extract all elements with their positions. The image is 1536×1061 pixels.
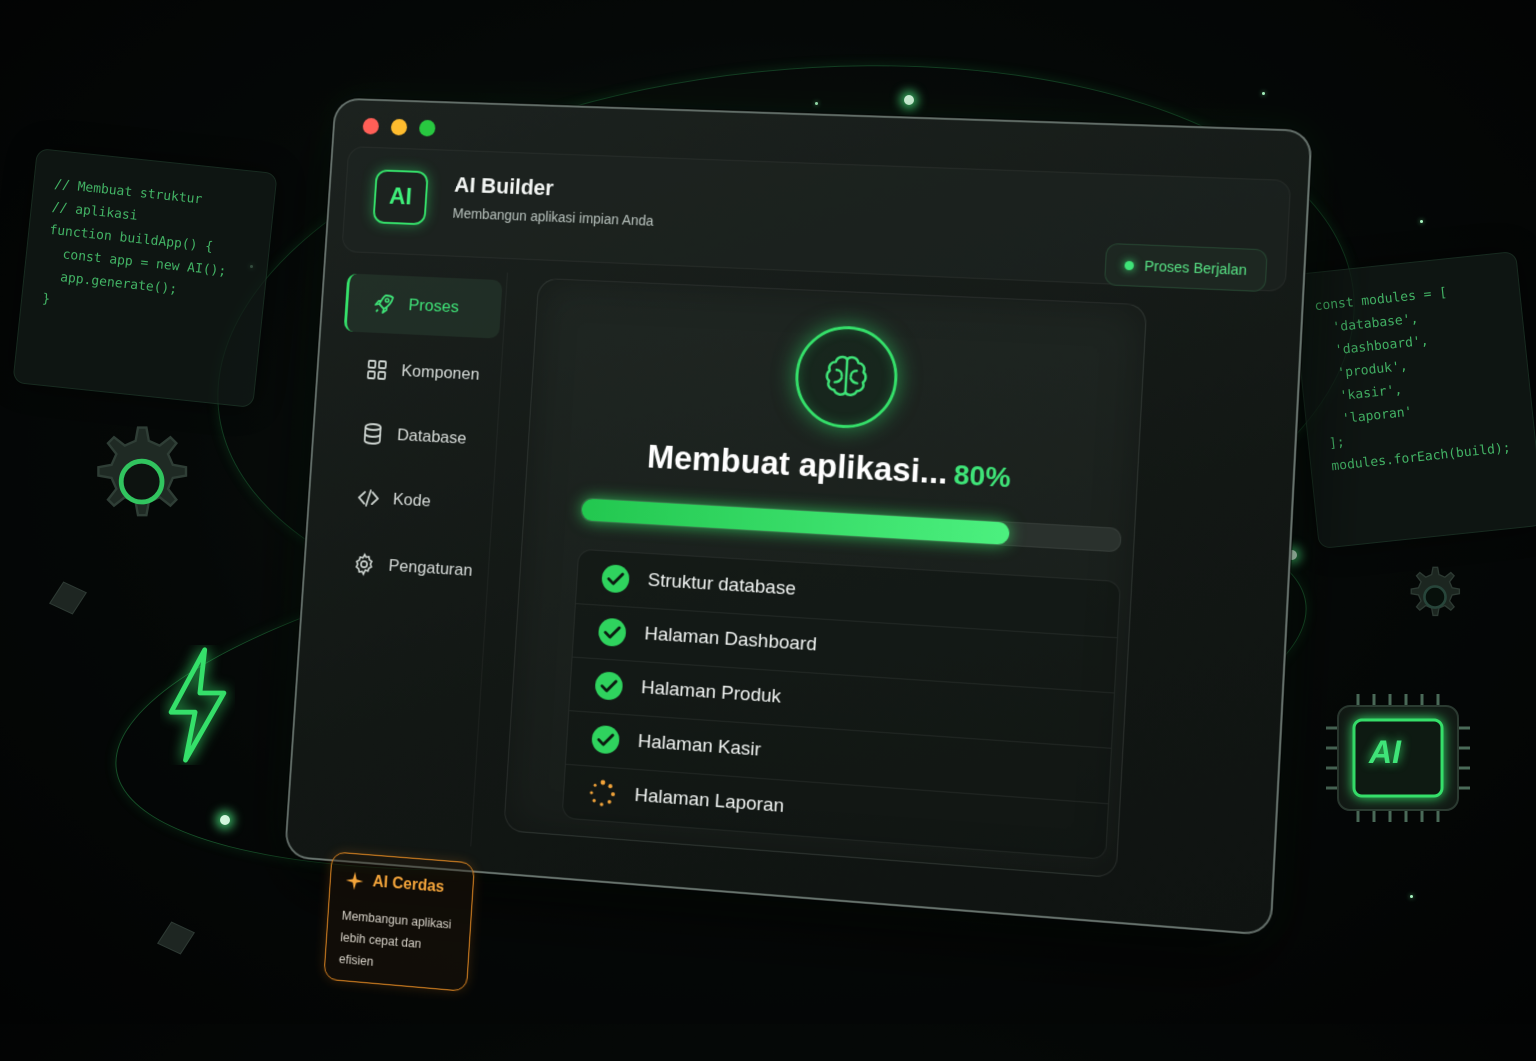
- progress-panel: Membuat aplikasi... 80% Struktur database…: [503, 277, 1148, 879]
- decor-cube: [49, 581, 87, 615]
- promo-title: AI Cerdas: [343, 869, 459, 900]
- app-logo: AI: [372, 169, 429, 226]
- status-label: Proses Berjalan: [1143, 257, 1248, 279]
- star: [1410, 895, 1413, 898]
- database-icon: [361, 422, 385, 447]
- sidebar-item-label: Kode: [392, 489, 432, 511]
- progress-title: Membuat aplikasi... 80%: [527, 431, 1137, 502]
- check-circle-icon: [594, 671, 624, 701]
- minimize-window-button[interactable]: [390, 118, 408, 136]
- task-label: Struktur database: [647, 569, 797, 600]
- sidebar-item-proses[interactable]: Proses: [343, 273, 503, 339]
- task-label: Halaman Dashboard: [643, 623, 818, 656]
- loading-spinner-icon: [589, 779, 616, 807]
- sidebar: Proses Komponen Database Kode Pengaturan…: [300, 265, 508, 992]
- sparkle-icon: [345, 871, 364, 891]
- progress-percent: 80%: [952, 458, 1012, 494]
- sidebar-item-label: Pengaturan: [388, 556, 474, 580]
- sidebar-item-kode[interactable]: Kode: [331, 467, 490, 534]
- glow-spark: [220, 815, 230, 825]
- status-badge: Proses Berjalan: [1104, 242, 1268, 293]
- close-window-button[interactable]: [362, 117, 380, 135]
- progress-bar-fill: [581, 498, 1011, 545]
- decor-cube: [157, 921, 195, 955]
- check-circle-icon: [591, 724, 621, 755]
- app-header: AI AI Builder Membangun aplikasi impian …: [341, 146, 1292, 293]
- chip-label: AI: [1369, 734, 1401, 770]
- star: [815, 102, 818, 105]
- sidebar-item-komponen[interactable]: Komponen: [339, 339, 498, 405]
- check-circle-icon: [601, 564, 631, 594]
- task-label: Halaman Laporan: [633, 784, 785, 818]
- sidebar-item-label: Proses: [408, 295, 460, 317]
- maximize-window-button[interactable]: [418, 119, 436, 137]
- brain-icon-glyph: [825, 349, 875, 405]
- app-title: AI Builder: [453, 172, 555, 201]
- glow-spark: [904, 95, 914, 105]
- rocket-icon: [372, 292, 396, 316]
- gear-icon: [97, 426, 188, 517]
- progress-bar: [580, 497, 1122, 553]
- sidebar-item-label: Database: [396, 425, 468, 448]
- task-label: Halaman Kasir: [637, 730, 762, 761]
- progress-title-text: Membuat aplikasi...: [646, 437, 949, 491]
- promo-text: Membangun aplikasi lebih cepat dan efisi…: [338, 908, 452, 969]
- check-circle-icon: [597, 617, 627, 648]
- task-label: Halaman Produk: [640, 677, 782, 708]
- sidebar-item-pengaturan[interactable]: Pengaturan: [326, 533, 486, 601]
- sidebar-item-database[interactable]: Database: [335, 403, 494, 470]
- star: [1262, 92, 1265, 95]
- code-snippet-card: const modules = [ 'database', 'dashboard…: [1290, 250, 1536, 550]
- brain-icon: [792, 323, 901, 431]
- lightning-icon: [168, 647, 227, 763]
- task-list: Struktur database Halaman Dashboard Hala…: [561, 548, 1122, 860]
- sidebar-item-label: Komponen: [400, 361, 481, 384]
- app-window: AI AI Builder Membangun aplikasi impian …: [283, 97, 1313, 992]
- code-snippet-card: // Membuat struktur // aplikasi function…: [12, 147, 278, 409]
- promo-card[interactable]: AI Cerdas Membangun aplikasi lebih cepat…: [323, 851, 476, 992]
- status-dot-icon: [1124, 260, 1135, 270]
- app-subtitle: Membangun aplikasi impian Anda: [452, 205, 655, 229]
- star: [1420, 220, 1423, 223]
- gear-icon: [352, 552, 376, 577]
- window-controls: [362, 117, 436, 137]
- code-icon: [356, 486, 380, 511]
- grid-icon: [365, 358, 389, 382]
- gear-icon: [1410, 566, 1461, 617]
- promo-title-text: AI Cerdas: [372, 873, 445, 897]
